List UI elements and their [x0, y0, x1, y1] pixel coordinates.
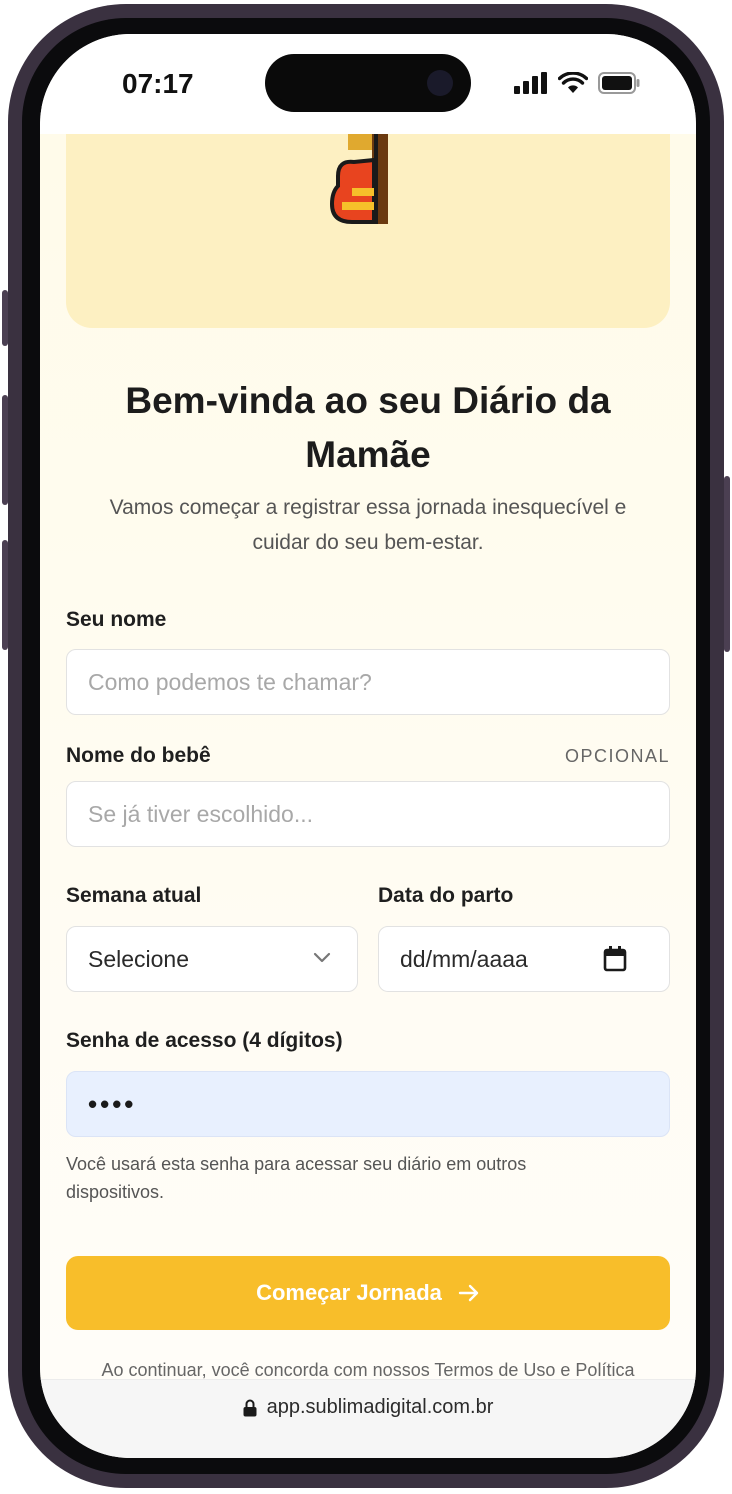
action-button — [2, 290, 8, 346]
password-label: Senha de acesso (4 dígitos) — [66, 1029, 343, 1052]
page-title: Bem-vinda ao seu Diário da Mamãe — [125, 380, 611, 475]
status-bar: 07:17 — [40, 34, 696, 134]
baby-name-placeholder: Se já tiver escolhido... — [88, 800, 314, 827]
wifi-icon — [558, 72, 588, 93]
lock-icon — [243, 1399, 257, 1416]
due-date-input[interactable]: dd/mm/aaaa — [378, 926, 670, 992]
baby-name-label: Nome do bebê — [66, 744, 211, 767]
baby-name-input[interactable]: Se já tiver escolhido... — [66, 781, 670, 847]
name-placeholder: Como podemos te chamar? — [88, 668, 372, 695]
front-camera — [427, 70, 453, 96]
name-label: Seu nome — [66, 608, 167, 631]
browser-url-bar[interactable]: app.sublimadigital.com.br — [40, 1379, 696, 1458]
cellular-signal-icon — [514, 72, 547, 94]
chevron-down-icon — [313, 952, 331, 963]
week-label: Semana atual — [66, 884, 202, 907]
week-select-value: Selecione — [88, 945, 190, 972]
start-journey-button[interactable]: Começar Jornada — [66, 1256, 670, 1330]
week-select[interactable]: Selecione — [66, 926, 358, 992]
pregnant-woman-emoji-icon — [329, 134, 388, 224]
calendar-icon[interactable] — [603, 946, 627, 972]
due-date-label: Data do parto — [378, 884, 514, 907]
optional-tag: OPCIONAL — [564, 746, 670, 766]
status-time: 07:17 — [122, 68, 194, 99]
name-input[interactable]: Como podemos te chamar? — [66, 649, 670, 715]
phone-screen: 07:17 Bem-vinda ao seu Diário da Mamãe V… — [40, 34, 696, 1458]
volume-up-button — [2, 395, 8, 505]
battery-icon — [598, 72, 640, 94]
hero-banner — [66, 134, 670, 328]
status-icons — [514, 72, 640, 94]
power-button — [724, 476, 730, 652]
password-help-text: Você usará esta senha para acessar seu d… — [66, 1154, 527, 1202]
page-subtitle: Vamos começar a registrar essa jornada i… — [109, 496, 627, 554]
volume-down-button — [2, 540, 8, 650]
terms-text: Ao continuar, você concorda com nossos T… — [101, 1360, 635, 1379]
arrow-right-icon — [458, 1284, 479, 1302]
url-text: app.sublimadigital.com.br — [266, 1396, 494, 1418]
password-value: •••• — [88, 1088, 137, 1119]
due-date-placeholder: dd/mm/aaaa — [400, 945, 528, 972]
page-content: Bem-vinda ao seu Diário da Mamãe Vamos c… — [40, 134, 696, 1379]
dynamic-island — [265, 54, 471, 112]
password-input[interactable]: •••• — [66, 1071, 670, 1137]
start-journey-label: Começar Jornada — [256, 1280, 442, 1305]
